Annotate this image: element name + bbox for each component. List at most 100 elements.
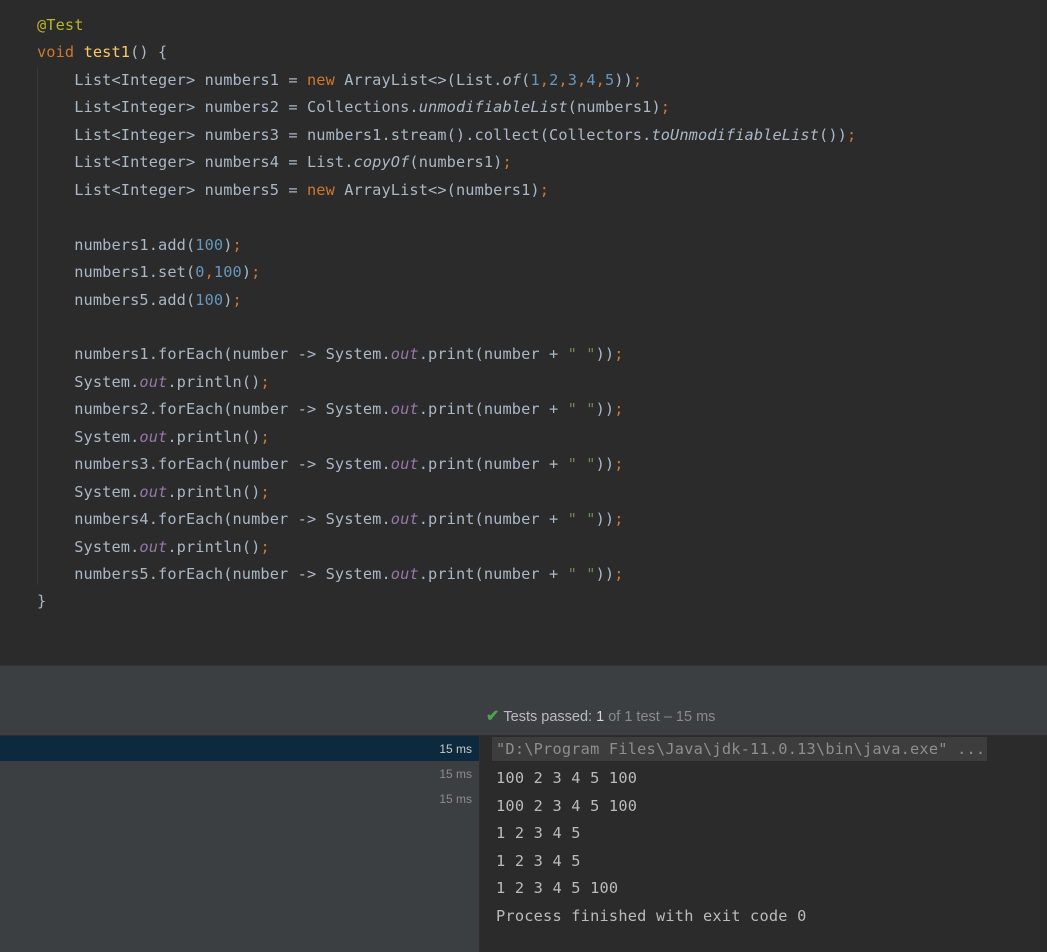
code-token: .print(number + <box>418 345 568 364</box>
console-output-line: 1 2 3 4 5 <box>496 824 581 842</box>
code-token: List<Integer> numbers2 = Collections. <box>37 98 419 117</box>
code-token: )) <box>595 345 615 364</box>
code-token: ) <box>223 235 233 254</box>
code-token: , <box>204 263 214 282</box>
code-token: ; <box>539 180 550 199</box>
test-tree-row[interactable]: 15 ms <box>0 786 479 811</box>
code-token: 4 <box>586 70 596 89</box>
code-token: , <box>539 70 550 89</box>
run-toolbar: ✔ Tests passed: 1 of 1 test – 15 ms <box>0 666 1047 735</box>
code-token: out <box>139 482 168 501</box>
code-token: )) <box>595 565 615 583</box>
code-line: List<Integer> numbers2 = Collections.unm… <box>37 96 670 118</box>
code-token: .println() <box>167 427 261 446</box>
code-token: , <box>595 70 605 89</box>
code-token: numbers1.add( <box>37 235 196 254</box>
console-output[interactable]: "D:\Program Files\Java\jdk-11.0.13\bin\j… <box>480 736 1047 952</box>
code-editor[interactable]: @Test void test1() { List<Integer> number… <box>0 0 1047 665</box>
code-token: out <box>139 427 168 446</box>
code-line: List<Integer> numbers1 = new ArrayList<>… <box>37 69 642 91</box>
code-token: )) <box>595 510 615 529</box>
code-token: ArrayList<>(numbers1) <box>344 180 540 199</box>
code-token: 1 <box>530 70 540 89</box>
code-token: toUnmodifiableList <box>651 125 820 144</box>
code-line: List<Integer> numbers4 = List.copyOf(num… <box>37 151 512 173</box>
code-token: } <box>37 592 47 611</box>
code-token: System. <box>37 482 140 501</box>
console-output-line: 1 2 3 4 5 100 <box>496 879 619 897</box>
test-tree-row[interactable]: 15 ms <box>0 736 479 761</box>
code-token: ; <box>614 510 624 529</box>
code-token: out <box>390 345 419 364</box>
code-token: List<Integer> numbers4 = List. <box>37 153 354 172</box>
code-token: ; <box>614 455 624 474</box>
code-line: numbers5.add(100); <box>37 289 242 311</box>
code-token: out <box>139 537 168 556</box>
code-token: test1 <box>83 43 131 62</box>
code-token: " " <box>567 565 596 583</box>
test-duration: 15 ms <box>439 792 472 806</box>
tests-status-prefix: Tests passed: <box>503 709 597 725</box>
code-token: out <box>390 565 419 583</box>
tests-status: ✔ Tests passed: 1 of 1 test – 15 ms <box>486 707 715 727</box>
console-command-line[interactable]: "D:\Program Files\Java\jdk-11.0.13\bin\j… <box>492 737 988 761</box>
code-token: .print(number + <box>418 400 568 419</box>
code-token: out <box>139 372 168 391</box>
code-token: out <box>390 510 419 529</box>
console-output-line: 1 2 3 4 5 <box>496 852 581 870</box>
code-line: System.out.println(); <box>37 426 270 448</box>
code-token: ; <box>251 263 261 282</box>
code-token: )) <box>595 400 615 419</box>
code-token: ; <box>660 98 671 117</box>
code-token: ; <box>614 565 624 583</box>
test-tree[interactable]: 15 ms 15 ms 15 ms <box>0 736 479 952</box>
code-line: numbers3.forEach(number -> System.out.pr… <box>37 453 624 475</box>
code-token: )) <box>595 455 615 474</box>
code-line: numbers5.forEach(number -> System.out.pr… <box>37 563 624 585</box>
code-token: ; <box>614 345 624 364</box>
test-duration: 15 ms <box>439 767 472 781</box>
code-token: , <box>558 70 568 89</box>
code-token: (numbers1) <box>567 98 661 117</box>
code-token: numbers5.add( <box>37 290 196 309</box>
code-token: ()) <box>819 125 847 144</box>
code-token: (numbers1) <box>409 153 503 172</box>
code-token: ArrayList<>(List. <box>344 70 503 89</box>
code-token: new <box>306 70 345 89</box>
code-token: numbers4.forEach(number -> System. <box>37 510 391 529</box>
code-token: List<Integer> numbers5 = <box>37 180 307 199</box>
code-token: numbers3.forEach(number -> System. <box>37 455 391 474</box>
code-token: ) <box>223 290 233 309</box>
code-token: ; <box>232 290 242 309</box>
code-token: .println() <box>167 537 261 556</box>
code-line: @Test <box>37 14 84 36</box>
code-token: ; <box>232 235 242 254</box>
code-token: " " <box>567 345 596 364</box>
code-token: 0 <box>195 263 205 282</box>
code-token: " " <box>567 400 596 419</box>
test-tree-row[interactable]: 15 ms <box>0 761 479 786</box>
code-token: 3 <box>567 70 577 89</box>
code-token: () { <box>130 43 168 62</box>
code-token: ; <box>260 537 270 556</box>
code-token: ; <box>846 125 857 144</box>
code-token: System. <box>37 537 140 556</box>
code-line: numbers1.forEach(number -> System.out.pr… <box>37 343 624 365</box>
code-token: out <box>390 455 419 474</box>
code-token: ; <box>260 427 270 446</box>
code-line: System.out.println(); <box>37 481 270 503</box>
code-token: .println() <box>167 482 261 501</box>
code-token: .print(number + <box>418 455 568 474</box>
code-token: of <box>502 70 522 89</box>
code-token: ; <box>260 372 270 391</box>
code-token: unmodifiableList <box>418 98 568 117</box>
console-exit-message: Process finished with exit code 0 <box>496 907 807 925</box>
test-duration: 15 ms <box>439 742 472 756</box>
code-token: .print(number + <box>418 565 568 583</box>
check-icon: ✔ <box>486 708 500 725</box>
code-line: numbers1.add(100); <box>37 234 242 256</box>
code-token: System. <box>37 372 140 391</box>
code-token: new <box>306 180 345 199</box>
code-token: copyOf <box>353 153 410 172</box>
code-line: void test1() { <box>37 41 167 63</box>
